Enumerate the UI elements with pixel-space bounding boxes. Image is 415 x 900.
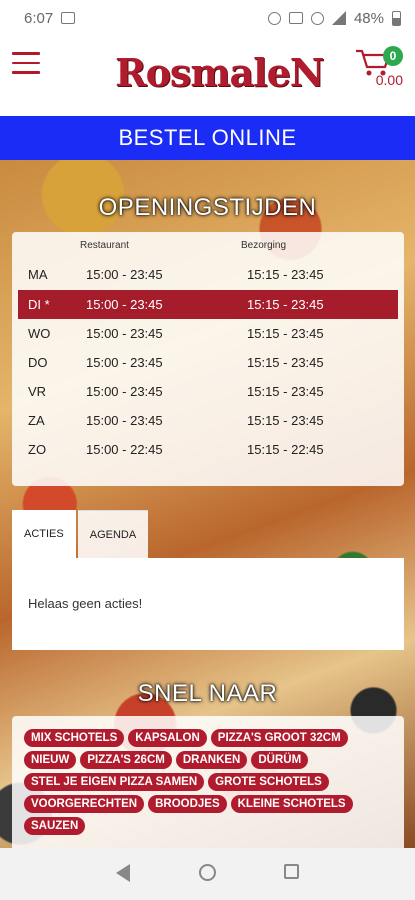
hours-row-wo: WO 15:00 - 23:45 15:15 - 23:45 (18, 319, 398, 348)
app-header: RosmaleN 0 0.00 (0, 36, 415, 116)
restaurant-hours: 15:00 - 23:45 (86, 413, 163, 428)
menu-icon[interactable] (12, 52, 40, 74)
category-chip[interactable]: PIZZA'S GROOT 32CM (210, 729, 348, 747)
system-nav-bar (0, 848, 415, 900)
laptop-icon (61, 12, 76, 24)
status-time: 6:07 (24, 9, 54, 27)
hotspot-icon (267, 11, 281, 25)
restaurant-hours: 15:00 - 23:45 (86, 267, 163, 282)
restaurant-hours: 15:00 - 22:45 (86, 442, 163, 457)
battery-icon (392, 10, 401, 26)
category-chip[interactable]: KLEINE SCHOTELS (230, 795, 353, 813)
hours-row-do: DO 15:00 - 23:45 15:15 - 23:45 (18, 348, 398, 377)
hours-row-za: ZA 15:00 - 23:45 15:15 - 23:45 (18, 406, 398, 435)
tab-panel-acties: Helaas geen acties! (12, 558, 404, 650)
category-chip[interactable]: SAUZEN (24, 817, 86, 835)
day-label: VR (28, 384, 47, 399)
signal-icon (331, 11, 346, 25)
status-left: 6:07 (24, 9, 76, 27)
quick-links-card: MIX SCHOTELS KAPSALON PIZZA'S GROOT 32CM… (12, 716, 404, 848)
recents-icon[interactable] (284, 864, 299, 879)
quick-links: MIX SCHOTELS KAPSALON PIZZA'S GROOT 32CM… (24, 729, 396, 835)
hours-row-di-today: DI * 15:00 - 23:45 15:15 - 23:45 (18, 290, 398, 319)
day-label: MA (28, 267, 48, 282)
logo[interactable]: RosmaleN (115, 50, 324, 95)
home-icon[interactable] (199, 864, 216, 881)
category-chip[interactable]: MIX SCHOTELS (24, 729, 125, 747)
category-chip[interactable]: NIEUW (24, 751, 77, 769)
status-bar: 6:07 48% (0, 0, 415, 36)
col-header-bezorging: Bezorging (241, 240, 287, 251)
hours-row-ma: MA 15:00 - 23:45 15:15 - 23:45 (18, 260, 398, 289)
delivery-hours: 15:15 - 23:45 (247, 267, 324, 282)
delivery-hours: 15:15 - 22:45 (247, 442, 324, 457)
battery-percent: 48% (353, 9, 384, 27)
col-header-restaurant: Restaurant (80, 240, 129, 251)
category-chip[interactable]: BROODJES (148, 795, 227, 813)
restaurant-hours: 15:00 - 23:45 (86, 355, 163, 370)
category-chip[interactable]: STEL JE EIGEN PIZZA SAMEN (24, 773, 205, 791)
day-label: ZO (28, 442, 47, 457)
back-icon[interactable] (116, 864, 130, 882)
category-chip[interactable]: GROTE SCHOTELS (208, 773, 329, 791)
cart-count-badge: 0 (383, 46, 403, 66)
restaurant-hours: 15:00 - 23:45 (86, 326, 163, 341)
vibrate-icon (310, 11, 324, 25)
category-chip[interactable]: DRANKEN (175, 751, 248, 769)
hours-row-zo: ZO 15:00 - 22:45 15:15 - 22:45 (18, 435, 398, 464)
snel-naar-title: SNEL NAAR (137, 680, 278, 707)
day-label: DI * (28, 297, 50, 312)
restaurant-hours: 15:00 - 23:45 (86, 297, 163, 312)
day-label: WO (28, 326, 51, 341)
bestel-online-button[interactable]: BESTEL ONLINE (0, 116, 415, 160)
day-label: ZA (28, 413, 45, 428)
delivery-hours: 15:15 - 23:45 (247, 355, 324, 370)
tab-agenda[interactable]: AGENDA (77, 510, 149, 558)
restaurant-hours: 15:00 - 23:45 (86, 384, 163, 399)
promo-tabs: ACTIES AGENDA (12, 510, 149, 558)
hours-row-vr: VR 15:00 - 23:45 15:15 - 23:45 (18, 377, 398, 406)
category-chip[interactable]: PIZZA'S 26CM (80, 751, 172, 769)
empty-actions-text: Helaas geen acties! (28, 596, 143, 611)
status-right: 48% (267, 9, 401, 27)
delivery-hours: 15:15 - 23:45 (247, 384, 324, 399)
delivery-hours: 15:15 - 23:45 (247, 297, 324, 312)
nfc-icon (288, 12, 303, 24)
day-label: DO (28, 355, 48, 370)
cart-total: 0.00 (375, 72, 403, 88)
opening-hours-title: OPENINGSTIJDEN (98, 194, 317, 221)
category-chip[interactable]: VOORGERECHTEN (24, 795, 145, 813)
opening-hours-card: Restaurant Bezorging MA 15:00 - 23:45 15… (12, 232, 404, 486)
tab-acties[interactable]: ACTIES (12, 510, 76, 558)
delivery-hours: 15:15 - 23:45 (247, 413, 324, 428)
category-chip[interactable]: KAPSALON (128, 729, 207, 747)
delivery-hours: 15:15 - 23:45 (247, 326, 324, 341)
category-chip[interactable]: DÜRÜM (251, 751, 309, 769)
